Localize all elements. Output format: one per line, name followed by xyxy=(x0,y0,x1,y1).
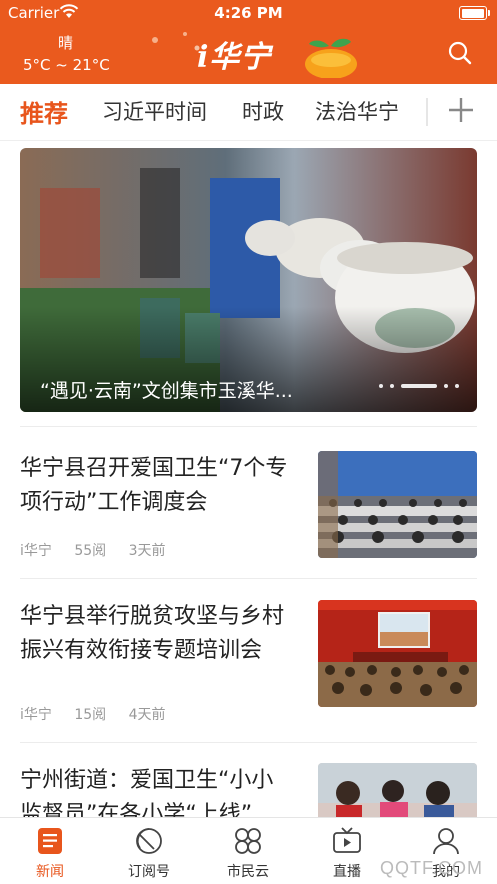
news-title[interactable]: 华宁县召开爱国卫生“7个专项行动”工作调度会 xyxy=(20,452,295,520)
decor-dots xyxy=(152,32,200,51)
tab-recommend[interactable]: 推荐 xyxy=(20,94,68,129)
nav-subscribe[interactable]: 订阅号 xyxy=(99,818,199,884)
tab-rule-of-law[interactable]: 法治华宁 xyxy=(315,96,399,126)
nav-news[interactable]: 新闻 xyxy=(0,818,100,884)
nav-label: 新闻 xyxy=(36,864,64,880)
news-item[interactable]: 宁州街道：爱国卫生“小小监督员”在各小学“上线” xyxy=(0,742,497,817)
search-icon[interactable] xyxy=(447,40,473,66)
weather-condition: 晴 xyxy=(58,34,74,52)
weather-temperature: 5°C ~ 21°C xyxy=(23,56,110,74)
news-thumbnail[interactable] xyxy=(318,451,477,558)
clock: 4:26 PM xyxy=(214,4,283,22)
battery-icon xyxy=(459,6,490,20)
news-time: 4天前 xyxy=(128,707,166,723)
hero-image xyxy=(20,148,477,412)
plus-icon[interactable] xyxy=(447,96,475,124)
tab-xi-time[interactable]: 习近平时间 xyxy=(102,96,207,126)
news-thumbnail[interactable] xyxy=(318,763,477,817)
hero-carousel[interactable]: “遇见·云南”文创集市玉溪华... xyxy=(20,148,477,412)
app-header: Carrier 4:26 PM 晴 5°C ~ 21°C i华宁 xyxy=(0,0,497,84)
news-meta: i华宁 15阅 4天前 xyxy=(20,704,184,724)
live-tv-icon xyxy=(333,827,361,853)
news-meta: i华宁 55阅 3天前 xyxy=(20,540,184,560)
news-reads: 55阅 xyxy=(74,543,107,559)
news-icon xyxy=(38,828,62,854)
nav-label: 市民云 xyxy=(227,864,269,880)
news-time: 3天前 xyxy=(128,543,166,559)
carousel-dot[interactable] xyxy=(444,384,448,388)
tab-divider xyxy=(426,98,428,126)
channel-tabs: 推荐 习近平时间 时政 法治华宁 xyxy=(0,84,497,141)
news-item[interactable]: 华宁县举行脱贫攻坚与乡村振兴有效衔接专题培训会 i华宁 15阅 4天前 xyxy=(0,578,497,742)
news-reads: 15阅 xyxy=(74,707,107,723)
carousel-dot[interactable] xyxy=(379,384,383,388)
nav-citizen-cloud[interactable]: 市民云 xyxy=(198,818,298,884)
user-icon xyxy=(433,828,459,855)
news-source: i华宁 xyxy=(20,707,52,723)
app-logo: i华宁 xyxy=(197,40,272,75)
nav-label: 订阅号 xyxy=(128,864,170,880)
news-thumbnail[interactable] xyxy=(318,600,477,707)
hero-caption: “遇见·云南”文创集市玉溪华... xyxy=(40,380,293,402)
news-item[interactable]: 华宁县召开爱国卫生“7个专项行动”工作调度会 i华宁 55阅 3天前 xyxy=(0,426,497,578)
carousel-dot-active[interactable] xyxy=(401,384,437,388)
citizen-cloud-icon xyxy=(235,828,261,854)
subscribe-icon xyxy=(136,828,162,854)
news-title[interactable]: 宁州街道：爱国卫生“小小监督员”在各小学“上线” xyxy=(20,764,295,817)
watermark: QQTF.COM xyxy=(380,858,483,878)
carousel-indicator xyxy=(379,384,459,388)
status-bar: Carrier 4:26 PM xyxy=(0,0,497,26)
news-source: i华宁 xyxy=(20,543,52,559)
orange-logo-icon xyxy=(305,38,357,78)
carousel-dot[interactable] xyxy=(390,384,394,388)
news-title[interactable]: 华宁县举行脱贫攻坚与乡村振兴有效衔接专题培训会 xyxy=(20,600,295,668)
tab-politics[interactable]: 时政 xyxy=(242,96,284,126)
carousel-dot[interactable] xyxy=(455,384,459,388)
